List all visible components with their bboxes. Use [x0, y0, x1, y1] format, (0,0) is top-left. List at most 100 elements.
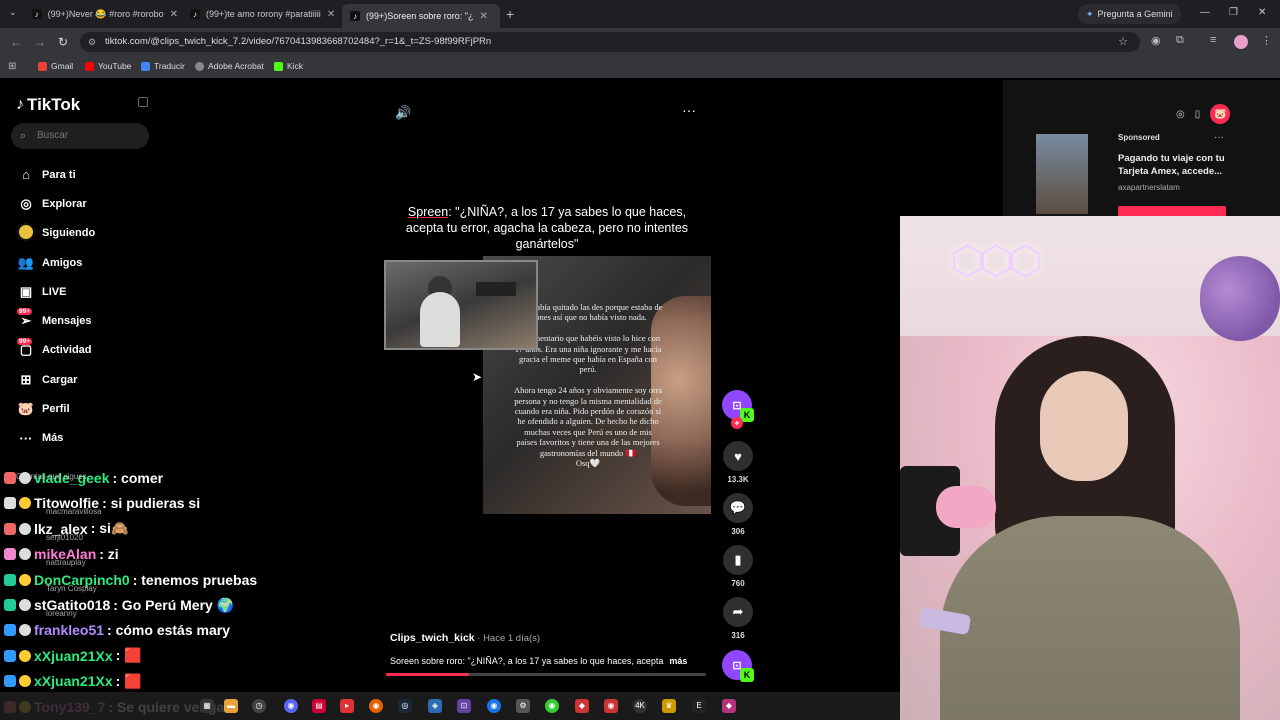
ad-thumbnail[interactable]: [1036, 134, 1088, 214]
chat-message: DonCarpinch0: tenemos pruebas: [4, 570, 257, 590]
chat-badge-icon: [19, 675, 31, 688]
app-icon[interactable]: ◉: [604, 699, 618, 713]
more-link[interactable]: más: [669, 656, 687, 666]
app-icon[interactable]: ▤: [312, 699, 326, 713]
back-icon[interactable]: ←: [10, 35, 22, 49]
profile-avatar-icon[interactable]: 🐷: [1210, 104, 1231, 124]
tab-search-icon[interactable]: ⌄: [9, 7, 17, 18]
tab-1-close-icon[interactable]: ✕: [170, 9, 178, 20]
bookmark-traducir[interactable]: Traducir: [141, 61, 185, 71]
gemini-button[interactable]: ✦ Pregunta a Gemini: [1078, 4, 1181, 24]
extension-icon[interactable]: ◉: [1151, 34, 1161, 47]
compass-icon[interactable]: ◎: [1176, 109, 1185, 120]
author-line[interactable]: Clips_twich_kick · Hace 1 día(s): [390, 632, 540, 644]
discord-icon[interactable]: ◉: [284, 699, 298, 713]
chat-username: xXjuan21Xx: [34, 673, 113, 690]
app-icon[interactable]: ◉: [545, 699, 559, 713]
inset-person: [420, 292, 460, 347]
maximize-icon[interactable]: ❐: [1229, 7, 1238, 18]
apps-grid-icon[interactable]: ⊞: [8, 61, 16, 72]
sidebar-item-label: Explorar: [42, 197, 87, 210]
ad-options-icon[interactable]: ···: [1214, 132, 1224, 143]
app-icon[interactable]: ◆: [575, 699, 589, 713]
chat-badge-icon: [19, 522, 31, 535]
tiktok-logo[interactable]: ♪ TikTok: [16, 95, 80, 115]
profile-avatar[interactable]: [1234, 35, 1248, 49]
sidebar-item-explorar[interactable]: ◎ Explorar: [15, 189, 155, 218]
bookmark-gmail[interactable]: Gmail: [38, 61, 73, 71]
tab-3-close-icon[interactable]: ✕: [480, 11, 488, 22]
bookmark-star-icon[interactable]: ☆: [1118, 32, 1128, 52]
forward-icon[interactable]: →: [34, 35, 46, 49]
sidebar-item-mas[interactable]: ··· Más: [15, 424, 155, 453]
epic-games-icon[interactable]: E: [692, 699, 706, 713]
bookmark-acrobat[interactable]: Adobe Acrobat: [195, 61, 264, 71]
sidebar-following-ghost-text: Taryn Cosplay: [46, 583, 97, 593]
sidebar-item-mensajes[interactable]: ➢ 99+ Mensajes: [15, 306, 155, 335]
chat-text: : comer: [112, 470, 164, 486]
app-icon[interactable]: 4K: [633, 699, 647, 713]
chat-text: : 🟥: [115, 647, 142, 664]
author-name[interactable]: Clips_twich_kick: [390, 632, 475, 644]
bookmark-kick[interactable]: Kick: [274, 61, 303, 71]
friends-icon: 👥: [17, 254, 35, 270]
sidebar-item-siguiendo[interactable]: Siguiendo: [15, 219, 155, 248]
share-button[interactable]: ➦ 316: [722, 597, 754, 640]
folder-icon[interactable]: ▬: [224, 699, 238, 713]
app-icon[interactable]: ◆: [722, 699, 736, 713]
sidebar-item-cargar[interactable]: ⊞ Cargar: [15, 365, 155, 394]
close-window-icon[interactable]: ✕: [1258, 7, 1266, 18]
sound-avatar-button[interactable]: ⊡ K: [722, 650, 754, 682]
steam-icon[interactable]: ◎: [398, 699, 412, 713]
extensions-puzzle-icon[interactable]: ⧉: [1176, 34, 1184, 47]
sidebar-item-live[interactable]: ▣ LIVE: [15, 277, 155, 306]
follow-plus-icon[interactable]: +: [731, 417, 743, 429]
video-options-icon[interactable]: ···: [682, 102, 696, 118]
sidebar-item-amigos[interactable]: 👥 Amigos: [15, 248, 155, 277]
settings-icon[interactable]: ⚙: [516, 699, 530, 713]
chat-badge-icon: [19, 497, 31, 510]
sidebar-item-perfil[interactable]: 🐷 Perfil: [15, 394, 155, 423]
twitch-icon[interactable]: ⊡: [457, 699, 471, 713]
app-icon[interactable]: ◈: [428, 699, 442, 713]
reading-list-icon[interactable]: ≡: [1210, 34, 1216, 46]
chrome-icon[interactable]: ◉: [487, 699, 501, 713]
comment-button[interactable]: 💬 306: [722, 493, 754, 536]
ad-source: axapartnerslatam: [1118, 183, 1180, 192]
bookmark-youtube[interactable]: YouTube: [85, 61, 131, 71]
taskview-icon[interactable]: ▦: [200, 699, 214, 713]
sidebar-following-ghost-text: nattrauplay: [46, 558, 86, 568]
browser-tab-bar: ⌄ ♪ (99+)Never 😂 #roro #rorobo ✕ ♪ (99+)…: [0, 0, 1280, 28]
gemini-label: Pregunta a Gemini: [1097, 9, 1173, 19]
twitch-kick-avatar: ⊡ K +: [722, 390, 754, 429]
sidebar-item-actividad[interactable]: ▢ 99+ Actividad: [15, 336, 155, 365]
like-button[interactable]: ♥ 13.3K: [722, 441, 754, 484]
new-tab-icon[interactable]: +: [506, 6, 514, 22]
sidebar-item-label: Para ti: [42, 168, 76, 181]
author-avatar-button[interactable]: ⊡ K +: [722, 390, 754, 429]
browser-menu-icon[interactable]: ⋮: [1261, 34, 1272, 47]
chat-badge-icon: [4, 649, 16, 662]
tab-2[interactable]: ♪ (99+)te amo rorony #paratiiiii ✕: [190, 4, 340, 24]
app-icon[interactable]: ▸: [340, 699, 354, 713]
video-progress-bar[interactable]: [386, 673, 706, 676]
search-input[interactable]: ⌕ Buscar: [11, 123, 149, 149]
ad-title[interactable]: Pagando tu viaje con tu Tarjeta Amex, ac…: [1118, 152, 1228, 178]
app-icon[interactable]: ♛: [662, 699, 676, 713]
like-count: 13.3K: [727, 475, 749, 484]
tab-2-close-icon[interactable]: ✕: [327, 9, 335, 20]
reload-icon[interactable]: ↻: [58, 35, 68, 49]
chat-message: xXjuan21Xx: 🟥: [4, 671, 142, 691]
tab-3-active[interactable]: ♪ (99+)Soreen sobre roro: "¿ ✕: [342, 4, 500, 28]
save-button[interactable]: ▮ 760: [722, 545, 754, 588]
clock-icon[interactable]: ◷: [252, 699, 266, 713]
tab-1[interactable]: ♪ (99+)Never 😂 #roro #rorobo ✕: [32, 4, 178, 24]
site-info-icon[interactable]: ⚙: [88, 32, 96, 52]
firefox-icon[interactable]: ◉: [369, 699, 383, 713]
url-field[interactable]: ⚙ tiktok.com/@clips_twich_kick_7.2/video…: [80, 32, 1140, 52]
collapse-sidebar-icon[interactable]: [138, 97, 148, 107]
device-icon[interactable]: ▯: [1195, 109, 1201, 120]
minimize-icon[interactable]: —: [1200, 7, 1210, 18]
sidebar-item-para-ti[interactable]: ⌂ Para ti: [15, 160, 155, 189]
volume-icon[interactable]: 🔊: [395, 105, 411, 121]
